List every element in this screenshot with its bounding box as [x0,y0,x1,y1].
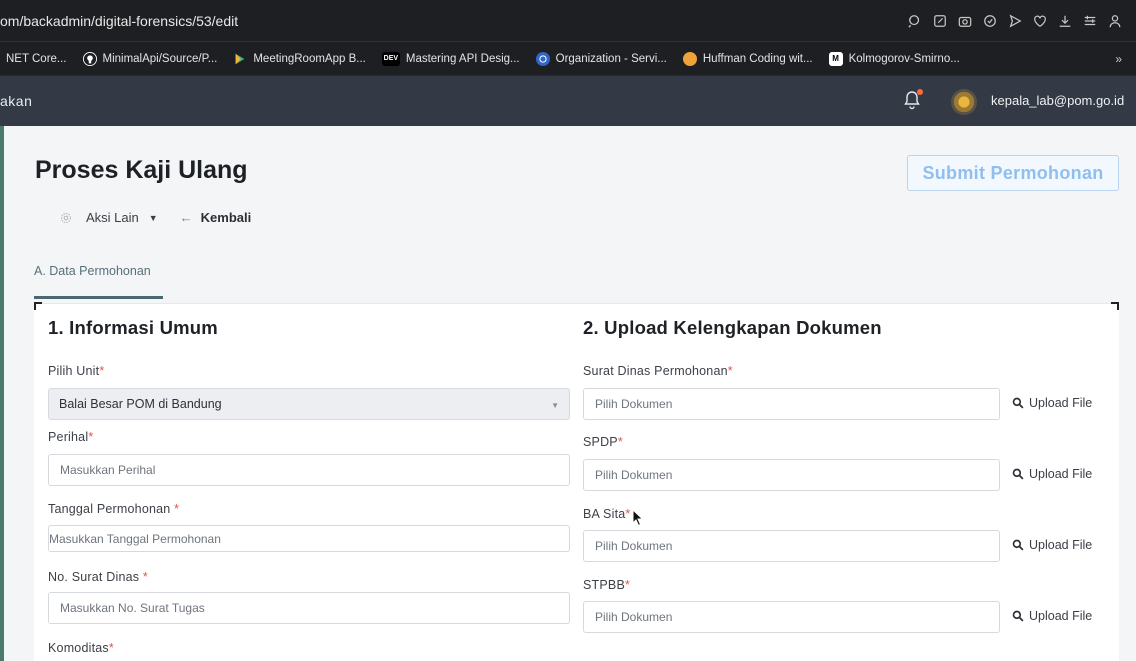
shield-icon[interactable] [983,14,997,28]
doc-label-stpbb: STPBB* [583,578,631,592]
doc-input-surat-dinas[interactable]: Pilih Dokumen [583,388,1000,420]
avatar-icon [682,51,697,66]
bookmark-item[interactable]: NET Core... [6,53,67,65]
search-icon [1012,397,1024,409]
perihal-input[interactable]: Masukkan Perihal [48,454,570,486]
gear-icon [60,212,72,224]
upload-file-button[interactable]: Upload File [1012,538,1092,552]
sidebar-edge [0,126,4,661]
submit-permohonan-button[interactable]: Submit Permohonan [907,155,1119,191]
tanggal-input[interactable]: Masukkan Tanggal Permohonan [48,525,570,552]
bookmark-item[interactable]: MeetingRoomApp B... [233,52,366,66]
page-title: Proses Kaji Ulang [35,156,248,184]
app-header: akan kepala_lab@pom.go.id [0,76,1136,126]
aksi-lain-dropdown[interactable]: Aksi Lain [86,210,139,225]
search-icon [1012,468,1024,480]
unit-select-value: Balai Besar POM di Bandung [59,397,222,411]
unit-select[interactable]: Balai Besar POM di Bandung ▼ [48,388,570,420]
url-text[interactable]: om/backadmin/digital-forensics/53/edit [0,0,238,42]
user-email[interactable]: kepala_lab@pom.go.id [991,76,1124,126]
bookmarks-more-button[interactable]: » [1115,42,1122,76]
perihal-label: Perihal* [48,430,94,444]
bookmark-item[interactable]: MinimalApi/Source/P... [82,51,217,66]
tanggal-label: Tanggal Permohonan * [48,502,180,516]
notification-bell-icon[interactable] [903,89,923,110]
section-informasi-umum-title: 1. Informasi Umum [48,317,218,338]
tab-data-permohonan[interactable]: A. Data Permohonan [34,264,151,278]
doc-label-surat-dinas: Surat Dinas Permohonan* [583,364,733,378]
surat-dinas-label: No. Surat Dinas * [48,570,148,584]
bookmark-item[interactable]: Organization - Servi... [535,51,667,66]
camera-icon[interactable] [958,14,972,28]
caret-down-icon[interactable]: ▼ [149,213,158,223]
doc-label-ba-sita: BA Sita* [583,507,631,521]
arrow-left-icon[interactable]: ← [180,210,193,225]
github-icon [82,51,97,66]
kembali-link[interactable]: Kembali [201,210,252,225]
profile-icon[interactable] [1108,14,1122,28]
bookmarks-bar: NET Core... MinimalApi/Source/P... Meeti… [0,42,1136,76]
mouse-cursor-icon [632,509,644,527]
bookmark-item[interactable]: DEV Mastering API Desig... [381,51,520,66]
app-brand[interactable]: akan [0,76,32,126]
tab-active-indicator [34,296,163,299]
upload-file-button[interactable]: Upload File [1012,396,1092,410]
menu-icon[interactable] [1083,14,1097,28]
search-icon [1012,539,1024,551]
send-icon[interactable] [1008,14,1022,28]
chevron-down-icon: ▼ [551,401,559,410]
section-upload-dokumen-title: 2. Upload Kelengkapan Dokumen [583,317,882,338]
page-actions: Aksi Lain ▼ ← Kembali [60,210,251,225]
unit-label: Pilih Unit* [48,364,105,378]
search-icon [1012,610,1024,622]
medium-icon: M [828,51,843,66]
search-icon[interactable] [908,14,922,28]
edit-icon[interactable] [933,14,947,28]
upload-file-button[interactable]: Upload File [1012,609,1092,623]
browser-url-bar: om/backadmin/digital-forensics/53/edit [0,0,1136,42]
globe-icon [535,51,550,66]
bookmark-item[interactable]: M Kolmogorov-Smirno... [828,51,960,66]
heart-icon[interactable] [1033,14,1047,28]
doc-input-stpbb[interactable]: Pilih Dokumen [583,601,1000,633]
komoditas-label: Komoditas* [48,641,114,655]
doc-input-spdp[interactable]: Pilih Dokumen [583,459,1000,491]
download-icon[interactable] [1058,14,1072,28]
doc-label-spdp: SPDP* [583,435,623,449]
bookmark-item[interactable]: Huffman Coding wit... [682,51,813,66]
user-avatar[interactable] [951,89,977,115]
doc-input-ba-sita[interactable]: Pilih Dokumen [583,530,1000,562]
corner-marker [1111,302,1119,310]
dev-icon: DEV [381,51,400,66]
upload-file-button[interactable]: Upload File [1012,467,1092,481]
surat-dinas-input[interactable]: Masukkan No. Surat Tugas [48,592,570,624]
play-store-icon [233,52,247,66]
browser-toolbar [908,0,1122,42]
corner-marker [34,302,42,310]
notification-dot [917,89,923,95]
